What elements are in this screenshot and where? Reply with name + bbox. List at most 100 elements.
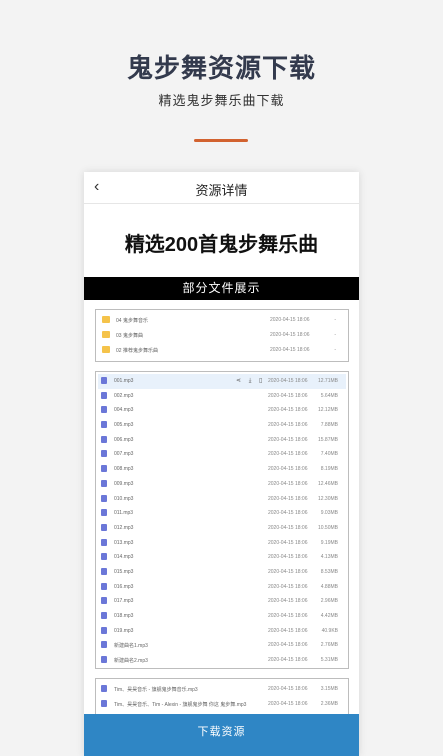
resource-title: 精选200首鬼步舞乐曲 [124,234,319,256]
file-name: 017.mp3 [114,598,134,605]
file-date: 2020-04-15 18:06 [268,466,308,473]
music-file-icon [101,582,107,590]
folder-row[interactable]: 04 鬼步舞音乐 2020-04-15 18:06 - [100,313,344,328]
file-size: 12.30MB [317,495,338,502]
file-row[interactable]: Tim、昊昊音乐 - 旗舰鬼步舞音乐.mp3 2020-04-15 18:06 3.… [98,682,346,697]
file-date: 2020-04-15 18:06 [268,701,308,707]
phone-screen: ‹ 资源详情 精选200首鬼步舞乐曲 部分文件展示 04 鬼步舞音乐 2020-0… [84,172,359,756]
download-button[interactable]: 下载资源 [84,714,359,756]
file-row[interactable]: 014.mp3 2020-04-15 18:06 4.13MB [98,550,346,565]
file-row[interactable]: 012.mp3 2020-04-15 18:06 10.50MB [98,521,346,536]
music-file-icon [101,523,107,531]
file-date: 2020-04-15 18:06 [268,642,308,649]
folder-row[interactable]: 02 推荐鬼步舞乐曲 2020-04-15 18:06 - [100,343,344,358]
file-date: 2020-04-15 18:06 [268,480,308,487]
music-file-icon [101,435,107,443]
row-actions-icons[interactable]: ⋖ ⤓ ▯ [236,377,265,385]
file-row[interactable]: 016.mp3 2020-04-15 18:06 4.88MB [98,580,346,595]
file-size: 5.64MB [320,392,338,399]
file-name: 011.mp3 [114,510,134,517]
file-date: 2020-04-15 18:06 [268,613,308,619]
file-size: 9.19MB [320,539,338,546]
file-name: 014.mp3 [114,554,134,561]
file-size: - [334,347,336,353]
file-row[interactable]: 新建曲名2.mp3 2020-04-15 18:06 5.31MB [98,653,346,668]
file-row[interactable]: 008.mp3 2020-04-15 18:06 8.19MB [98,462,346,477]
file-row[interactable]: 005.mp3 2020-04-15 18:06 7.88MB [98,418,346,433]
file-date: 2020-04-15 18:06 [268,598,308,605]
hero-subtitle: 精选鬼步舞乐曲下载 [158,93,285,108]
file-row[interactable]: 019.mp3 2020-04-15 18:06 40.9KB [98,624,346,639]
file-size: 12.12MB [317,407,338,414]
file-name: 016.mp3 [114,583,134,590]
file-name: 008.mp3 [114,466,134,473]
file-name: Tim、昊昊音乐 - 旗舰鬼步舞音乐.mp3 [114,687,198,693]
file-size: 9.03MB [320,510,338,517]
file-size: 8.53MB [320,568,338,575]
file-row[interactable]: 013.mp3 2020-04-15 18:06 9.19MB [98,536,346,551]
file-row[interactable]: 007.mp3 2020-04-15 18:06 7.40MB [98,447,346,462]
file-name: 新建曲名1.mp3 [114,643,148,650]
file-date: 2020-04-15 18:06 [270,332,310,338]
file-date: 2020-04-15 18:06 [268,686,308,692]
file-name: 012.mp3 [114,524,134,531]
section-banner: 部分文件展示 [84,277,359,300]
folder-list: 04 鬼步舞音乐 2020-04-15 18:06 - 03 鬼步舞曲 2020-04-… [95,309,349,362]
music-file-icon [101,479,107,487]
file-size: 5.31MB [320,657,338,664]
music-file-icon [101,626,107,634]
file-row[interactable]: 017.mp3 2020-04-15 18:06 2.96MB [98,594,346,609]
music-file-icon [101,494,107,502]
music-file-icon [101,700,107,707]
music-file-icon [101,597,107,605]
file-name: 009.mp3 [114,480,134,487]
file-name: 004.mp3 [114,407,134,414]
file-row[interactable]: 001.mp3 ⋖ ⤓ ▯ 2020-04-15 18:06 12.71MB [98,374,346,389]
file-size: - [334,317,336,323]
music-file-icon [101,567,107,575]
music-file-icon [101,553,107,561]
file-name: 001.mp3 [114,378,134,384]
file-row[interactable]: 新建曲名1.mp3 2020-04-15 18:06 2.76MB [98,638,346,653]
music-file-icon [101,450,107,458]
file-date: 2020-04-15 18:06 [268,436,308,443]
music-file-icon [101,509,107,517]
file-date: 2020-04-15 18:06 [270,317,310,323]
file-size: 10.50MB [317,524,338,531]
file-row[interactable]: 011.mp3 2020-04-15 18:06 9.03MB [98,506,346,521]
file-date: 2020-04-15 18:06 [268,539,308,546]
file-size: 4.42MB [320,613,338,619]
file-list-2: Tim、昊昊音乐 - 旗舰鬼步舞音乐.mp3 2020-04-15 18:06 3.… [95,678,349,718]
music-file-icon [101,612,107,619]
folder-row[interactable]: 03 鬼步舞曲 2020-04-15 18:06 - [100,328,344,343]
file-row[interactable]: 006.mp3 2020-04-15 18:06 15.87MB [98,433,346,448]
file-size: 2.76MB [320,642,338,649]
file-row[interactable]: 009.mp3 2020-04-15 18:06 12.46MB [98,477,346,492]
file-row[interactable]: 002.mp3 2020-04-15 18:06 5.64MB [98,389,346,404]
file-size: - [334,332,336,338]
file-name: 03 鬼步舞曲 [116,333,143,339]
folder-icon [102,346,110,353]
hero-title: 鬼步舞资源下载 [126,53,316,83]
file-name: 02 推荐鬼步舞乐曲 [116,348,158,354]
file-row[interactable]: 010.mp3 2020-04-15 18:06 12.30MB [98,492,346,507]
page-title: 资源详情 [195,183,248,198]
file-date: 2020-04-15 18:06 [268,422,308,429]
file-row[interactable]: 004.mp3 2020-04-15 18:06 12.12MB [98,403,346,418]
file-date: 2020-04-15 18:06 [268,407,308,414]
file-row[interactable]: 018.mp3 2020-04-15 18:06 4.42MB [98,609,346,624]
file-name: Tim、昊昊音乐、Tim - Alexin - 旗舰鬼步舞 你这 鬼步舞.mp3 [114,702,247,708]
music-file-icon [101,465,107,473]
file-size: 8.19MB [320,466,338,473]
file-size: 2.36MB [320,701,338,707]
file-date: 2020-04-15 18:06 [268,510,308,517]
file-date: 2020-04-15 18:06 [268,378,308,384]
file-name: 015.mp3 [114,568,134,575]
music-file-icon [101,406,107,414]
music-file-icon [101,391,107,399]
file-size: 12.46MB [317,480,338,487]
file-row[interactable]: 015.mp3 2020-04-15 18:06 8.53MB [98,565,346,580]
music-file-icon [101,377,107,384]
file-row[interactable]: Tim、昊昊音乐、Tim - Alexin - 旗舰鬼步舞 你这 鬼步舞.mp3… [98,697,346,712]
nav-bar: ‹ 资源详情 [84,172,359,204]
